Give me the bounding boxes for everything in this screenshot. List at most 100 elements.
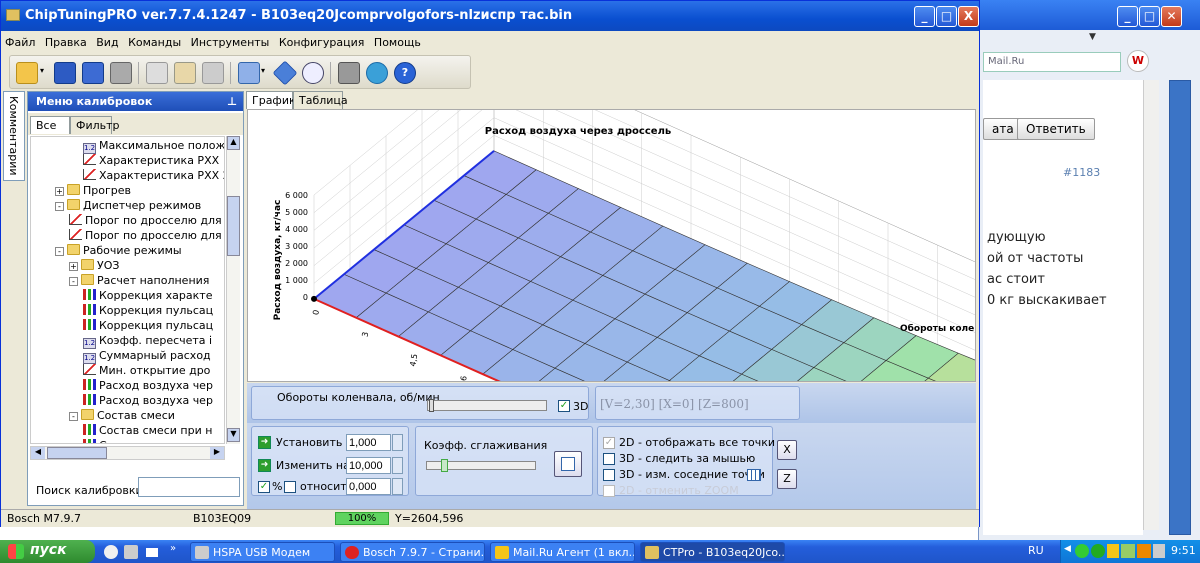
tree-hscrollbar[interactable]: ◀ ▶ [30, 446, 225, 460]
scroll-left-icon[interactable]: ◀ [31, 447, 45, 459]
opt-zoom-checkbox[interactable] [603, 485, 615, 497]
save-icon[interactable] [54, 62, 76, 84]
copy-icon[interactable] [146, 62, 168, 84]
expand-icon[interactable]: + [55, 187, 64, 196]
paste-icon[interactable] [174, 62, 196, 84]
set-spinner[interactable] [392, 434, 403, 451]
open-folder-icon[interactable] [16, 62, 38, 84]
tree-item[interactable]: Расход воздуха чер [83, 394, 213, 409]
task-opera-bosch[interactable]: Bosch 7.9.7 - Страни... [340, 542, 485, 562]
browser-maximize-button[interactable]: □ [1139, 6, 1160, 27]
tree-item[interactable]: 1.2 Суммарный расход [83, 349, 211, 364]
set-value-input[interactable] [346, 434, 391, 451]
tray-expand-icon[interactable]: ◀ [1064, 544, 1071, 554]
pin-icon[interactable]: ⊥ [227, 95, 237, 108]
collapse-icon[interactable]: - [55, 247, 64, 256]
hscroll-thumb[interactable] [47, 447, 107, 459]
percent-checkbox[interactable]: ✓ [258, 481, 270, 493]
relative-spinner[interactable] [392, 478, 403, 495]
language-indicator[interactable]: RU [1028, 544, 1044, 557]
help-icon[interactable]: ? [394, 62, 416, 84]
tree-item[interactable]: - Расчет наполнения [69, 274, 209, 289]
change-button[interactable]: ➜ [258, 459, 271, 472]
clock[interactable]: 9:51 [1171, 544, 1196, 557]
tray-icon-modem[interactable] [1121, 544, 1135, 558]
browser-minimize-button[interactable]: _ [1117, 6, 1138, 27]
tray-icon-network[interactable] [1091, 544, 1105, 558]
minimize-button[interactable]: _ [914, 6, 935, 27]
tree-item[interactable]: Характеристика РХХ 2 [83, 169, 224, 184]
rpm-slider-thumb[interactable] [429, 399, 434, 412]
open-dropdown-icon[interactable]: ▾ [40, 66, 44, 75]
tray-icon-volume[interactable] [1153, 544, 1165, 558]
opt-2d-all-checkbox[interactable]: ✓ [603, 437, 615, 449]
change-value-input[interactable] [346, 457, 391, 474]
task-hspa-modem[interactable]: HSPA USB Модем [190, 542, 335, 562]
menu-view[interactable]: Вид [92, 32, 120, 49]
tree-item[interactable]: Порог по дросселю для [69, 214, 222, 229]
x-axis-button[interactable]: X [777, 440, 797, 460]
menu-commands[interactable]: Команды [124, 32, 183, 49]
menu-config[interactable]: Конфигурация [275, 32, 367, 49]
scroll-thumb[interactable] [227, 196, 240, 256]
tools-icon[interactable] [338, 62, 360, 84]
set-button[interactable]: ➜ [258, 436, 271, 449]
collapse-icon[interactable]: - [55, 202, 64, 211]
save-as-icon[interactable] [82, 62, 104, 84]
relative-value-input[interactable] [346, 478, 391, 495]
menu-help[interactable]: Помощь [370, 32, 423, 49]
titlebar[interactable]: ChipTuningPRO ver.7.7.4.1247 - B103eq20J… [1, 1, 979, 31]
browser-close-button[interactable]: ✕ [1161, 6, 1182, 27]
graph-3d[interactable]: 01 0002 0003 0004 0005 0006 000034,56812… [247, 109, 976, 382]
tree-item[interactable]: Порог по дросселю для [69, 229, 222, 244]
menu-edit[interactable]: Правка [41, 32, 89, 49]
tree-item[interactable]: Характеристика РХХ [83, 154, 219, 169]
tab-all[interactable]: Все [30, 116, 70, 134]
navigate-icon[interactable] [272, 60, 298, 86]
quicklaunch-chevron-icon[interactable]: » [170, 543, 176, 554]
tree-item[interactable]: - Рабочие режимы [55, 244, 182, 259]
tree-item[interactable]: Мин. открытие дро [83, 364, 210, 379]
tree-scrollbar[interactable]: ▲ ▼ [226, 136, 240, 444]
tree-item[interactable]: + Прогрев [55, 184, 131, 199]
apply-smoothing-button[interactable] [554, 451, 582, 477]
opt-3d-mouse-checkbox[interactable] [603, 453, 615, 465]
tree-item[interactable]: Расход воздуха чер [83, 379, 213, 394]
tray-icon-mail[interactable] [1107, 544, 1119, 558]
opt-3d-neighbors-checkbox[interactable] [603, 469, 615, 481]
quicklaunch-icon[interactable] [104, 545, 118, 559]
scroll-right-icon[interactable]: ▶ [210, 447, 224, 459]
maximize-button[interactable]: □ [936, 6, 957, 27]
task-mailru-agent[interactable]: Mail.Ru Агент (1 вкл... [490, 542, 635, 562]
undo-icon[interactable] [202, 62, 224, 84]
search-icon[interactable] [302, 62, 324, 84]
rpm-slider[interactable] [427, 399, 547, 412]
webmoney-icon[interactable]: W [1127, 50, 1149, 72]
close-button[interactable]: X [958, 6, 979, 27]
menu-tools[interactable]: Инструменты [187, 32, 272, 49]
browser-scrollbar[interactable] [1143, 80, 1159, 530]
tree-item[interactable]: Состав смеси при н [83, 424, 212, 439]
checksum-dropdown-icon[interactable]: ▾ [261, 66, 265, 75]
smoothing-slider[interactable] [426, 459, 536, 472]
tree-item[interactable]: - Состав смеси [69, 409, 175, 424]
z-axis-button[interactable]: Z [777, 469, 797, 489]
tree-item[interactable]: Коррекция пульсац [83, 319, 213, 334]
browser-address-field[interactable]: Mail.Ru [983, 52, 1121, 72]
menu-file[interactable]: Файл [1, 32, 37, 49]
tree-item[interactable]: Коррекция характе [83, 289, 212, 304]
start-button[interactable]: пуск [0, 540, 95, 563]
tree-item[interactable]: - Диспетчер режимов [55, 199, 201, 214]
checksum-icon[interactable] [238, 62, 260, 84]
tree-item[interactable]: 1.2 Коэфф. пересчета і [83, 334, 212, 349]
tab-table[interactable]: Таблица [293, 91, 348, 109]
search-input[interactable] [138, 477, 240, 497]
scroll-down-icon[interactable]: ▼ [227, 428, 240, 442]
quicklaunch-icon[interactable] [124, 545, 138, 559]
change-spinner[interactable] [392, 457, 403, 474]
task-ctpro[interactable]: CTPro - B103eq20Jco... [640, 542, 785, 562]
reply-button[interactable]: Ответить [1017, 118, 1095, 140]
print-icon[interactable] [110, 62, 132, 84]
browser-dropdown-icon[interactable]: ▼ [1089, 32, 1096, 42]
tab-graph[interactable]: График [246, 91, 296, 109]
